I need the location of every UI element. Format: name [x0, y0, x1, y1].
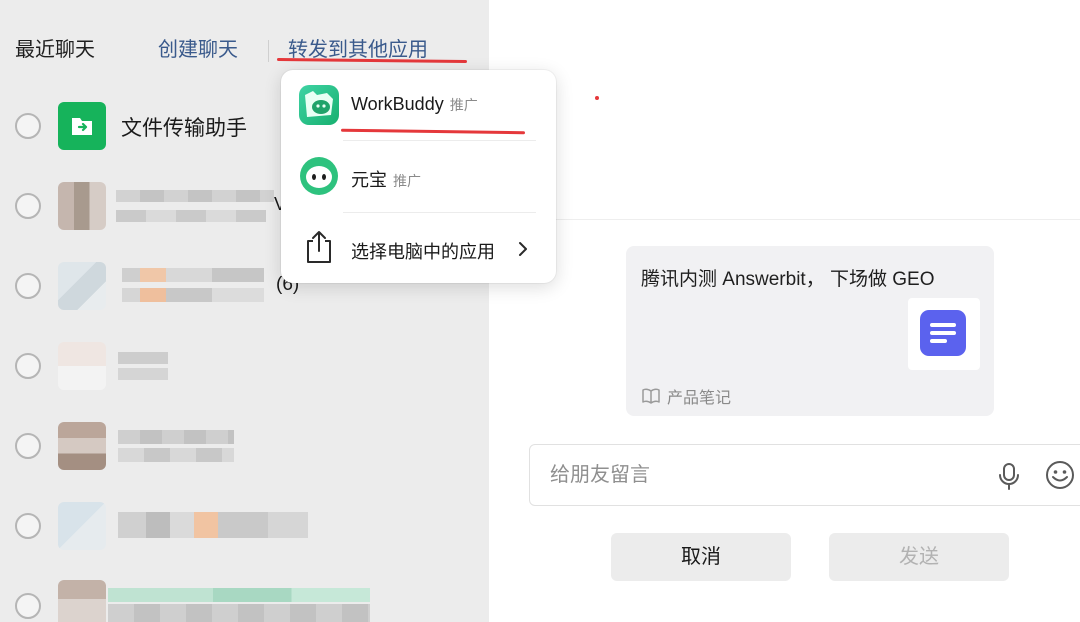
promo-tag: 推广 [449, 97, 478, 113]
workbuddy-icon [299, 85, 339, 125]
cancel-button[interactable]: 取消 [611, 533, 791, 581]
message-field [529, 444, 1080, 506]
tab-separator [268, 40, 269, 62]
blurred-name [108, 588, 370, 602]
blurred-name [116, 190, 274, 202]
menu-item-yuanbao[interactable]: 元宝 推广 [281, 142, 556, 212]
select-radio[interactable] [15, 193, 41, 219]
chat-name: 文件传输助手 [121, 117, 247, 140]
blurred-name [118, 352, 168, 364]
blurred-name [118, 448, 234, 462]
list-item[interactable] [0, 336, 489, 396]
blurred-name [118, 430, 234, 444]
menu-item-choose-app[interactable]: 选择电脑中的应用 [281, 214, 556, 284]
divider [489, 219, 1080, 220]
card-source-label: 产品笔记 [667, 390, 732, 407]
chevron-right-icon [519, 242, 527, 256]
annotation-dot [595, 96, 599, 100]
forward-app-menu: WorkBuddy 推广 元宝 推广 选择电脑中的应用 [281, 70, 556, 283]
promo-tag: 推广 [393, 173, 421, 189]
select-radio[interactable] [15, 513, 41, 539]
select-radio[interactable] [15, 353, 41, 379]
book-icon [642, 388, 660, 404]
list-item[interactable] [0, 576, 489, 622]
avatar [58, 580, 106, 622]
select-radio[interactable] [15, 113, 41, 139]
tab-create-chat[interactable]: 创建聊天 [158, 36, 238, 64]
avatar [58, 502, 106, 550]
card-source: 产品笔记 [641, 384, 731, 408]
document-icon [920, 310, 966, 356]
select-radio[interactable] [15, 273, 41, 299]
share-preview-panel: 腾讯内测 Answerbit， 下场做 GEO 产品笔记 给朋友留言 取消 发送 [489, 0, 1080, 622]
file-transfer-icon [58, 102, 106, 150]
blurred-name [108, 604, 370, 622]
card-title: 腾讯内测 Answerbit， 下场做 GEO [641, 269, 935, 290]
microphone-icon[interactable] [995, 461, 1023, 491]
blurred-name [118, 368, 168, 380]
blurred-name [118, 512, 308, 538]
blurred-name [122, 288, 264, 302]
menu-divider [343, 212, 536, 213]
card-thumbnail [908, 298, 980, 370]
share-icon [307, 231, 331, 263]
emoji-icon[interactable] [1044, 459, 1076, 491]
avatar [58, 262, 106, 310]
select-radio[interactable] [15, 593, 41, 619]
menu-item-label: 选择电脑中的应用 [351, 242, 495, 262]
menu-item-label: 元宝 推广 [351, 170, 421, 190]
list-item[interactable] [0, 416, 489, 476]
yuanbao-icon [300, 157, 338, 195]
tab-recent-chats[interactable]: 最近聊天 [15, 36, 95, 64]
blurred-name [122, 268, 264, 282]
blurred-name [116, 210, 266, 222]
message-input[interactable] [550, 457, 970, 493]
shared-article-card: 腾讯内测 Answerbit， 下场做 GEO 产品笔记 [626, 246, 994, 416]
send-button[interactable]: 发送 [829, 533, 1009, 581]
avatar [58, 422, 106, 470]
menu-divider [343, 140, 536, 141]
select-radio[interactable] [15, 433, 41, 459]
list-item[interactable] [0, 496, 489, 556]
avatar [58, 182, 106, 230]
menu-item-label: WorkBuddy 推广 [351, 94, 478, 114]
avatar [58, 342, 106, 390]
